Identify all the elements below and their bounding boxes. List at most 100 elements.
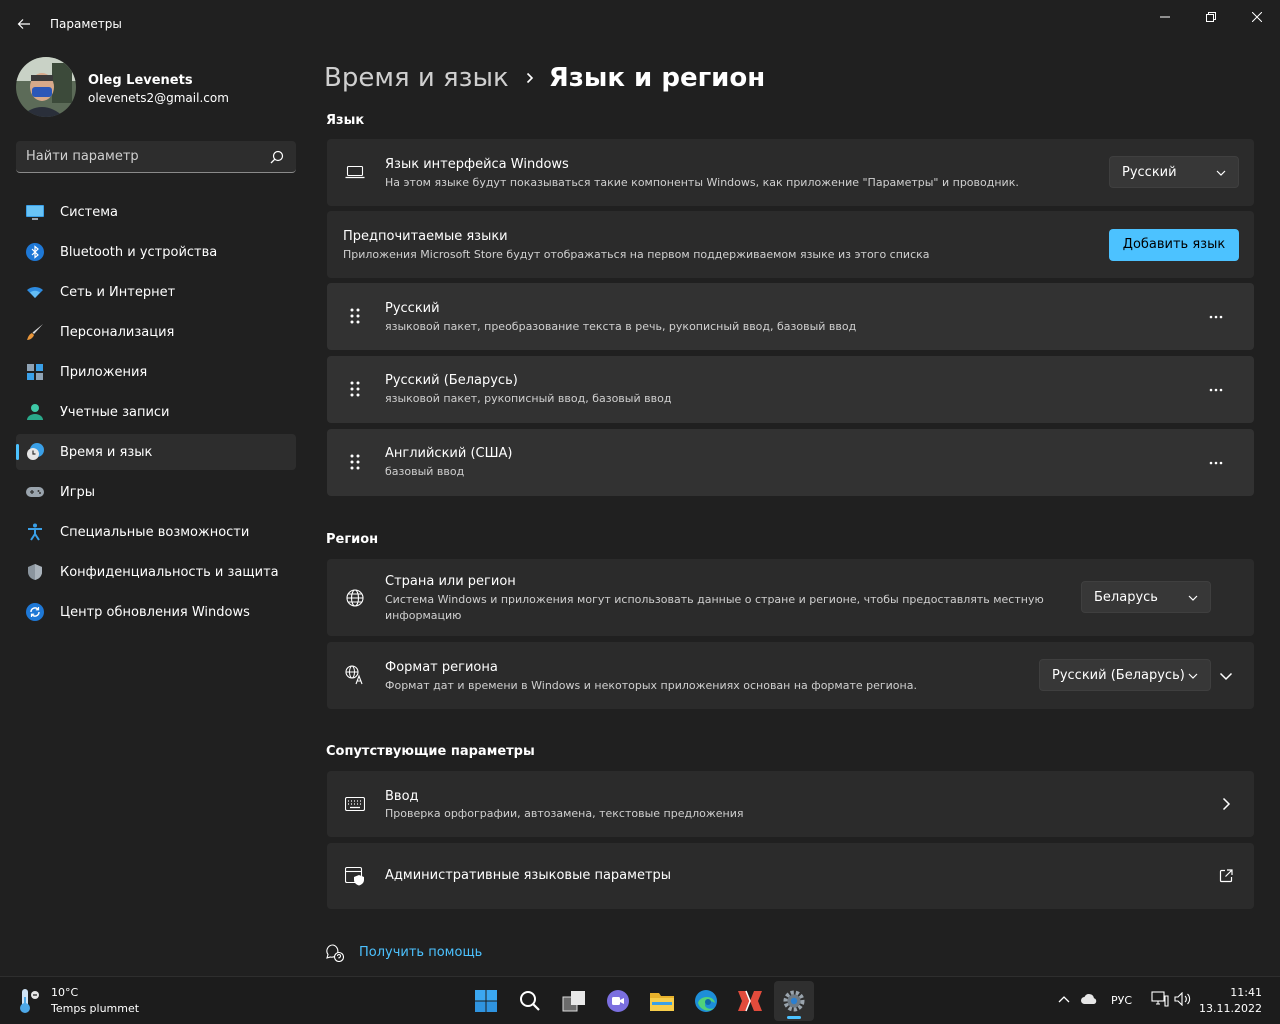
profile-email: olevenets2@gmail.com xyxy=(88,91,229,105)
close-icon xyxy=(1252,12,1262,22)
back-button[interactable] xyxy=(10,10,38,38)
page-title: Язык и регион xyxy=(548,63,766,93)
network-icon[interactable] xyxy=(1151,991,1169,1007)
sidebar-nav: Система Bluetooth и устройства Сеть и Ин… xyxy=(16,194,296,634)
display-language-card: Язык интерфейса Windows На этом языке бу… xyxy=(327,139,1254,206)
weather-temperature[interactable]: 10°C xyxy=(51,986,78,999)
search-icon[interactable] xyxy=(270,150,284,164)
drag-handle-icon[interactable] xyxy=(345,379,365,399)
regional-format-subtitle: Формат дат и времени в Windows и некотор… xyxy=(385,679,917,692)
admin-language-settings-card[interactable]: Административные языковые параметры xyxy=(327,843,1254,909)
language-item[interactable]: Английский (США) базовый ввод xyxy=(327,429,1254,496)
regional-format-title: Формат региона xyxy=(385,660,498,675)
taskbar-search-button[interactable] xyxy=(510,981,550,1021)
keyboard-icon xyxy=(345,794,365,814)
sidebar-item-label: Учетные записи xyxy=(60,405,170,420)
section-title-related: Сопутствующие параметры xyxy=(326,744,535,759)
start-icon xyxy=(475,990,497,1012)
task-view-button[interactable] xyxy=(554,981,594,1021)
admin-shield-icon xyxy=(345,866,365,886)
weather-description[interactable]: Temps plummet xyxy=(51,1002,139,1015)
more-options-icon[interactable] xyxy=(1206,307,1226,327)
bluetooth-icon xyxy=(26,243,44,261)
typing-subtitle: Проверка орфографии, автозамена, текстов… xyxy=(385,807,744,820)
drag-handle-icon[interactable] xyxy=(345,452,365,472)
weather-icon[interactable] xyxy=(16,987,40,1015)
sidebar-item-privacy[interactable]: Конфиденциальность и защита xyxy=(16,554,296,590)
breadcrumb-parent[interactable]: Время и язык xyxy=(324,63,509,93)
start-button[interactable] xyxy=(466,981,506,1021)
minimize-button[interactable] xyxy=(1142,6,1188,28)
input-language-indicator[interactable]: РУС xyxy=(1111,994,1132,1007)
display-language-select[interactable]: Русский xyxy=(1109,156,1239,188)
app-title: Параметры xyxy=(50,17,122,31)
admin-language-title: Административные языковые параметры xyxy=(385,868,672,883)
sidebar-item-label: Центр обновления Windows xyxy=(60,605,250,620)
chevron-down-icon xyxy=(1216,170,1226,176)
chevron-right-icon xyxy=(525,72,535,84)
expand-chevron-icon[interactable] xyxy=(1216,666,1236,686)
sidebar-item-network[interactable]: Сеть и Интернет xyxy=(16,274,296,310)
display-language-title: Язык интерфейса Windows xyxy=(385,157,569,172)
more-options-icon[interactable] xyxy=(1206,380,1226,400)
sidebar-item-bluetooth[interactable]: Bluetooth и устройства xyxy=(16,234,296,270)
volume-icon[interactable] xyxy=(1174,991,1192,1007)
minimize-icon xyxy=(1160,16,1170,18)
sidebar-item-system[interactable]: Система xyxy=(16,194,296,230)
sidebar-item-accessibility[interactable]: Специальные возможности xyxy=(16,514,296,550)
show-hidden-icons-chevron-icon[interactable] xyxy=(1056,991,1072,1007)
file-explorer-button[interactable] xyxy=(642,981,682,1021)
search-icon xyxy=(520,991,540,1011)
section-title-language: Язык xyxy=(326,113,365,128)
search-input[interactable] xyxy=(26,141,266,172)
shield-icon xyxy=(28,564,42,580)
close-button[interactable] xyxy=(1234,6,1280,28)
task-view-icon xyxy=(562,991,585,1012)
clock-globe-icon xyxy=(27,443,44,460)
back-arrow-icon xyxy=(17,19,30,29)
settings-app-button[interactable] xyxy=(774,981,814,1021)
country-select[interactable]: Беларусь xyxy=(1081,581,1211,613)
breadcrumb: Время и язык Язык и регион xyxy=(324,60,765,96)
clock-date[interactable]: 13.11.2022 xyxy=(1199,1002,1262,1015)
region-format-icon xyxy=(345,665,365,685)
chat-button[interactable] xyxy=(598,981,638,1021)
language-features: языковой пакет, преобразование текста в … xyxy=(385,320,857,333)
sidebar-item-label: Время и язык xyxy=(60,445,153,460)
language-item[interactable]: Русский (Беларусь) языковой пакет, рукоп… xyxy=(327,356,1254,423)
more-options-icon[interactable] xyxy=(1206,453,1226,473)
person-icon xyxy=(27,404,43,420)
file-explorer-icon xyxy=(650,993,674,1011)
wifi-icon xyxy=(27,286,43,298)
add-language-button[interactable]: Добавить язык xyxy=(1109,229,1239,261)
chevron-down-icon xyxy=(1188,673,1198,679)
sidebar-item-label: Игры xyxy=(60,485,96,500)
sidebar-item-personalization[interactable]: Персонализация xyxy=(16,314,296,350)
edge-button[interactable] xyxy=(686,981,726,1021)
app-icon xyxy=(738,990,762,1012)
drag-handle-icon[interactable] xyxy=(345,306,365,326)
clock-time[interactable]: 11:41 xyxy=(1230,986,1262,999)
pinned-app-button[interactable] xyxy=(730,981,770,1021)
sidebar-item-time-language[interactable]: Время и язык xyxy=(16,434,296,470)
sidebar-item-gaming[interactable]: Игры xyxy=(16,474,296,510)
sidebar-item-apps[interactable]: Приложения xyxy=(16,354,296,390)
taskbar: 10°C Temps plummet РУС 11:41 13.11.2022 xyxy=(0,976,1280,1024)
settings-icon xyxy=(783,990,805,1012)
regional-format-select[interactable]: Русский (Беларусь) xyxy=(1039,659,1211,691)
get-help-link[interactable]: Получить помощь xyxy=(359,945,482,960)
avatar xyxy=(16,57,76,117)
maximize-button[interactable] xyxy=(1188,6,1234,28)
sidebar-item-label: Конфиденциальность и защита xyxy=(60,565,279,580)
language-name: Русский (Беларусь) xyxy=(385,373,518,388)
language-item[interactable]: Русский языковой пакет, преобразование т… xyxy=(327,283,1254,350)
search-box[interactable] xyxy=(16,141,296,173)
user-profile[interactable]: Oleg Levenets olevenets2@gmail.com xyxy=(16,57,306,117)
sidebar-item-accounts[interactable]: Учетные записи xyxy=(16,394,296,430)
sidebar-item-windows-update[interactable]: Центр обновления Windows xyxy=(16,594,296,630)
typing-title: Ввод xyxy=(385,789,419,804)
sidebar-item-label: Приложения xyxy=(60,365,148,380)
regional-format-card[interactable]: Формат региона Формат дат и времени в Wi… xyxy=(327,642,1254,709)
onedrive-cloud-icon[interactable] xyxy=(1079,991,1099,1007)
typing-settings-card[interactable]: Ввод Проверка орфографии, автозамена, те… xyxy=(327,771,1254,837)
